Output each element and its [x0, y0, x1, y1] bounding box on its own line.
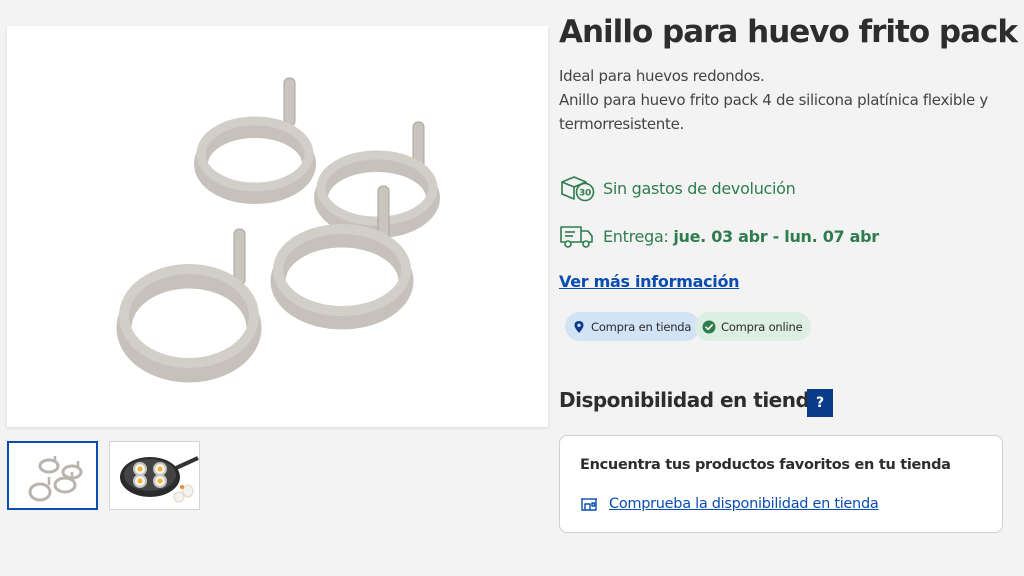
- location-pin-icon: [574, 320, 584, 333]
- thumbnail-frying-pan[interactable]: [109, 441, 200, 510]
- thumbnail-egg-rings[interactable]: [7, 441, 98, 510]
- store-availability-card: Encuentra tus productos favoritos en tu …: [559, 435, 1003, 533]
- delivery-truck-icon: [560, 226, 593, 248]
- product-title: Anillo para huevo frito pack 4: [559, 14, 1024, 50]
- product-description: Ideal para huevos redondos. Anillo para …: [559, 64, 1019, 136]
- chip-store-label: Compra en tienda: [591, 319, 692, 334]
- chip-online-label: Compra online: [721, 319, 803, 334]
- check-availability-label: Comprueba la disponibilidad en tienda: [609, 496, 879, 512]
- delivery-label: Entrega:: [603, 226, 669, 246]
- availability-heading: Disponibilidad en tienda: [559, 388, 823, 412]
- frying-pan-eggs-thumbnail-icon: [120, 456, 199, 503]
- chip-store-purchase: Compra en tienda: [565, 312, 701, 341]
- store-card-title: Encuentra tus productos favoritos en tu …: [580, 457, 951, 473]
- description-line: Anillo para huevo frito pack 4 de silico…: [559, 91, 988, 133]
- chip-online-purchase: Compra online: [695, 312, 812, 341]
- delivery-info: Entrega: jue. 03 abr - lun. 07 abr: [559, 221, 879, 251]
- box-30-days-icon: 30: [561, 176, 595, 202]
- check-availability-link[interactable]: Comprueba la disponibilidad en tienda: [580, 496, 879, 512]
- description-line: Ideal para huevos redondos.: [559, 67, 765, 85]
- help-button[interactable]: ?: [807, 389, 833, 417]
- more-info-link[interactable]: Ver más información: [559, 272, 740, 291]
- check-circle-icon: [702, 320, 716, 333]
- returns-info: 30 Sin gastos de devolución: [559, 173, 796, 203]
- egg-rings-thumbnail-icon: [28, 456, 83, 502]
- returns-text: Sin gastos de devolución: [603, 178, 796, 198]
- store-icon: [581, 498, 597, 511]
- main-product-image[interactable]: [7, 26, 548, 427]
- svg-text:30: 30: [579, 189, 591, 199]
- silicone-egg-rings-image: [116, 77, 440, 383]
- delivery-dates: jue. 03 abr - lun. 07 abr: [673, 226, 879, 246]
